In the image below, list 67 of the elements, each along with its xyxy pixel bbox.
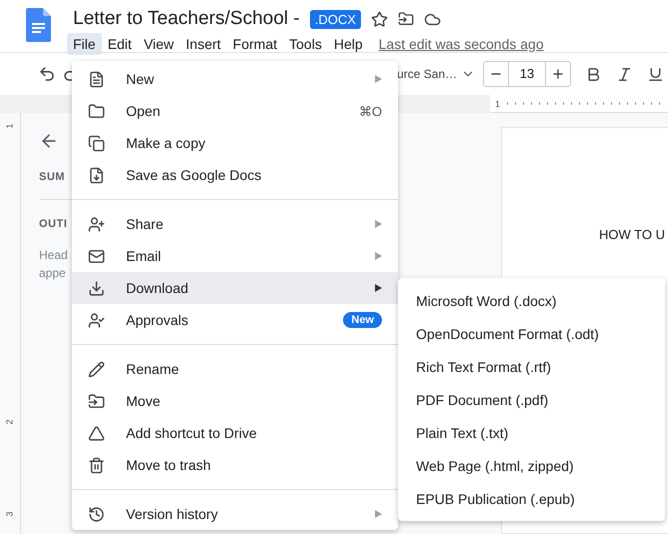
- mail-icon: [88, 248, 105, 264]
- file-type-badge: .DOCX: [310, 10, 361, 28]
- menu-item[interactable]: Make a copy: [72, 127, 398, 159]
- person-check-icon: [88, 312, 105, 328]
- triangle-icon: [88, 424, 105, 442]
- submenu-arrow-icon: [375, 252, 382, 260]
- document-title[interactable]: Letter to Teachers/School -: [73, 8, 300, 30]
- ruler-number: 1: [495, 98, 500, 108]
- docs-logo-icon[interactable]: [26, 8, 51, 42]
- menu-item[interactable]: Open ⌘O: [72, 95, 398, 127]
- underline-icon[interactable]: [647, 66, 664, 82]
- menu-bar-item[interactable]: File: [67, 33, 102, 55]
- menu-item[interactable]: New: [72, 63, 398, 95]
- menu-item[interactable]: Approvals New: [72, 304, 398, 336]
- menu-item[interactable]: Rich Text Format (.rtf): [398, 350, 665, 383]
- ruler-number: 2: [5, 420, 15, 424]
- menu-item[interactable]: Move to trash: [72, 449, 398, 481]
- menu-item[interactable]: Plain Text (.txt): [398, 416, 665, 449]
- new-badge: New: [343, 312, 382, 328]
- add-person-icon: [88, 216, 105, 232]
- menu-bar-item[interactable]: Edit: [102, 33, 138, 55]
- menu-bar-item[interactable]: Help: [328, 33, 369, 55]
- undo-icon[interactable]: [38, 65, 56, 83]
- plus-icon: [551, 67, 565, 81]
- menu-item[interactable]: Rename: [72, 353, 398, 385]
- menu-bar-item[interactable]: Tools: [283, 33, 328, 55]
- menu-bar-item[interactable]: Format: [226, 33, 284, 55]
- menu-item[interactable]: OpenDocument Format (.odt): [398, 317, 665, 350]
- menu-item[interactable]: Move: [72, 385, 398, 417]
- font-name[interactable]: urce San…: [396, 67, 457, 81]
- menu-bar-item[interactable]: Insert: [180, 33, 227, 55]
- menu-item[interactable]: Share: [72, 208, 398, 240]
- submenu-arrow-icon: [375, 75, 382, 83]
- ruler-number: 3: [5, 512, 15, 516]
- menu-item[interactable]: Add shortcut to Drive: [72, 417, 398, 449]
- copy-icon: [88, 134, 105, 152]
- last-edit-link[interactable]: Last edit was seconds ago: [378, 36, 544, 52]
- pencil-icon: [88, 360, 105, 378]
- menu-item[interactable]: Version history: [72, 498, 398, 530]
- history-icon: [88, 506, 105, 522]
- menu-item[interactable]: PDF Document (.pdf): [398, 383, 665, 416]
- outline-hint: appe: [39, 265, 66, 282]
- trash-icon: [88, 456, 105, 474]
- menu-item[interactable]: Save as Google Docs: [72, 159, 398, 191]
- download-icon: [88, 280, 105, 296]
- menu-item[interactable]: EPUB Publication (.epub): [398, 482, 665, 515]
- star-icon[interactable]: [370, 10, 388, 28]
- menu-item[interactable]: Microsoft Word (.docx): [398, 284, 665, 317]
- submenu-arrow-icon: [375, 284, 382, 292]
- file-download-icon: [88, 166, 105, 184]
- outline-label: OUTI: [39, 218, 68, 230]
- submenu-arrow-icon: [375, 510, 382, 518]
- outline-hint: Head: [39, 247, 68, 264]
- menu-item[interactable]: Web Page (.html, zipped): [398, 449, 665, 482]
- folder-arrow-icon: [88, 392, 105, 410]
- ruler-number: 1: [5, 124, 15, 128]
- italic-icon[interactable]: [616, 66, 633, 82]
- shortcut-text: ⌘O: [358, 104, 382, 118]
- menu-item[interactable]: Download: [72, 272, 398, 304]
- menu-item[interactable]: Email: [72, 240, 398, 272]
- submenu-arrow-icon: [375, 220, 382, 228]
- document-heading: HOW TO U: [599, 227, 665, 242]
- move-folder-icon[interactable]: [398, 11, 414, 27]
- folder-icon: [88, 102, 105, 120]
- document-icon: [88, 70, 105, 88]
- menu-bar-item[interactable]: View: [138, 33, 180, 55]
- summary-label: SUM: [39, 171, 65, 183]
